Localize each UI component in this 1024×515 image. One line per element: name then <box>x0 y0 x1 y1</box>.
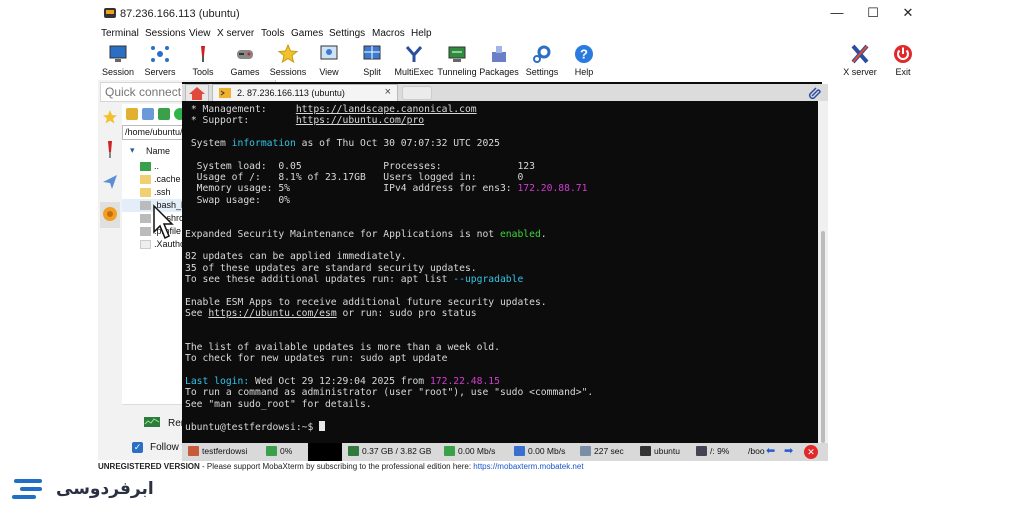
new-tab-button[interactable] <box>402 86 432 100</box>
menu-x-server[interactable]: X server <box>217 28 254 39</box>
sftp-tab[interactable] <box>100 202 120 228</box>
terminal-output[interactable]: * Management: https://landscape.canonica… <box>182 101 818 443</box>
ubuntu-esm-link[interactable]: https://ubuntu.com/esm <box>208 308 336 319</box>
macros-tab[interactable] <box>100 170 120 196</box>
status-bar: testferdowsi 0% 0.37 GB / 3.82 GB 0.00 M… <box>182 443 828 461</box>
exit-button[interactable]: Exit <box>880 42 926 80</box>
star-icon <box>103 110 117 124</box>
folder-icon <box>140 175 151 184</box>
send-icon <box>103 175 117 189</box>
follow-folder-checkbox[interactable]: ✓ <box>132 442 143 453</box>
network-icon <box>151 46 169 62</box>
session-tab-label: 2. 87.236.166.113 (ubuntu) <box>237 88 345 98</box>
folder-up-icon <box>140 162 151 171</box>
svg-text:?: ? <box>580 47 588 62</box>
menu-help[interactable]: Help <box>411 28 432 39</box>
maximize-button[interactable]: ☐ <box>856 2 890 24</box>
upload-icon[interactable] <box>158 108 170 120</box>
close-button[interactable]: ✕ <box>891 2 925 24</box>
tools-icon <box>108 141 112 158</box>
tunnel-icon <box>448 46 466 62</box>
user-icon <box>640 446 651 456</box>
menu-bar: Terminal Sessions View X server Tools Ga… <box>98 26 926 42</box>
download-icon[interactable] <box>142 108 154 120</box>
file-icon <box>140 227 151 236</box>
mobaxterm-icon <box>104 8 116 18</box>
mobatek-link[interactable]: https://mobaxterm.mobatek.net <box>473 462 583 471</box>
help-icon: ? <box>575 45 593 63</box>
file-icon <box>140 214 151 223</box>
x-server-icon <box>851 44 869 64</box>
memory-icon <box>348 446 359 456</box>
scroll-right-icon[interactable]: ➡ <box>784 444 793 457</box>
cursor-block <box>319 421 326 431</box>
session-tab[interactable]: 2. 87.236.166.113 (ubuntu) × <box>212 84 398 101</box>
disk-icon <box>696 446 707 456</box>
ubuntu-pro-link[interactable]: https://ubuntu.com/pro <box>296 115 424 126</box>
folder-up-icon[interactable] <box>126 108 138 120</box>
title-bar: 87.236.166.113 (ubuntu) — ☐ ✕ <box>98 0 926 26</box>
terminal-tab-icon <box>219 88 231 98</box>
home-tab[interactable] <box>185 84 209 101</box>
scroll-left-icon[interactable]: ⬅ <box>766 444 775 457</box>
cpu-graph <box>308 443 342 461</box>
window-title: 87.236.166.113 (ubuntu) <box>120 8 240 20</box>
menu-tools[interactable]: Tools <box>261 28 284 39</box>
gamepad-icon <box>237 50 253 59</box>
view-icon <box>320 45 338 60</box>
sessions-tab[interactable] <box>100 106 120 132</box>
terminal-scrollbar[interactable] <box>818 101 828 443</box>
star-icon <box>278 44 298 64</box>
folder-icon <box>140 188 151 197</box>
session-tab-bar: 2. 87.236.166.113 (ubuntu) × <box>182 84 828 101</box>
uptime-icon <box>580 446 591 456</box>
shell-prompt: ubuntu@testferdowsi:~$ <box>185 422 320 433</box>
mouse-cursor-icon <box>153 204 174 240</box>
path-value: /home/ubuntu/ <box>125 127 183 137</box>
toolbar: Session Servers Tools Games Sessions Vie… <box>98 42 926 80</box>
tools-icon <box>201 46 205 62</box>
minimize-button[interactable]: — <box>820 2 854 24</box>
menu-sessions[interactable]: Sessions <box>145 28 186 39</box>
help-button[interactable]: ? Help <box>561 42 607 80</box>
attach-icon[interactable] <box>808 86 822 100</box>
multiexec-icon <box>405 46 423 62</box>
split-icon <box>363 45 381 60</box>
landscape-link[interactable]: https://landscape.canonical.com <box>296 104 477 115</box>
menu-settings[interactable]: Settings <box>329 28 365 39</box>
home-icon <box>189 87 205 100</box>
menu-games[interactable]: Games <box>291 28 323 39</box>
sftp-icon <box>103 207 117 221</box>
upload-icon <box>444 446 455 456</box>
abrferdowsi-logo: ابرفردوسی <box>12 476 154 504</box>
gear-icon <box>533 45 551 63</box>
monitor-icon <box>144 417 160 427</box>
cpu-icon <box>266 446 277 456</box>
packages-icon <box>492 46 506 62</box>
monitor-icon <box>109 45 127 62</box>
download-icon <box>514 446 525 456</box>
close-status-icon[interactable]: ✕ <box>804 445 818 459</box>
logo-bars-icon <box>12 479 42 499</box>
file-icon <box>140 201 151 210</box>
close-tab-icon[interactable]: × <box>385 86 391 98</box>
scrollbar-thumb[interactable] <box>821 231 825 443</box>
logo-text: ابرفردوسی <box>56 479 154 498</box>
sidebar-tabs <box>98 104 122 254</box>
sort-arrow-icon: ▾ <box>130 145 135 155</box>
power-icon <box>894 45 912 63</box>
file-icon <box>140 240 151 249</box>
menu-view[interactable]: View <box>189 28 211 39</box>
unregistered-banner: UNREGISTERED VERSION - Please support Mo… <box>98 462 926 476</box>
host-icon <box>188 446 199 456</box>
menu-terminal[interactable]: Terminal <box>101 28 139 39</box>
name-column-header: Name <box>146 146 171 156</box>
menu-macros[interactable]: Macros <box>372 28 405 39</box>
tools-tab[interactable] <box>100 138 120 164</box>
